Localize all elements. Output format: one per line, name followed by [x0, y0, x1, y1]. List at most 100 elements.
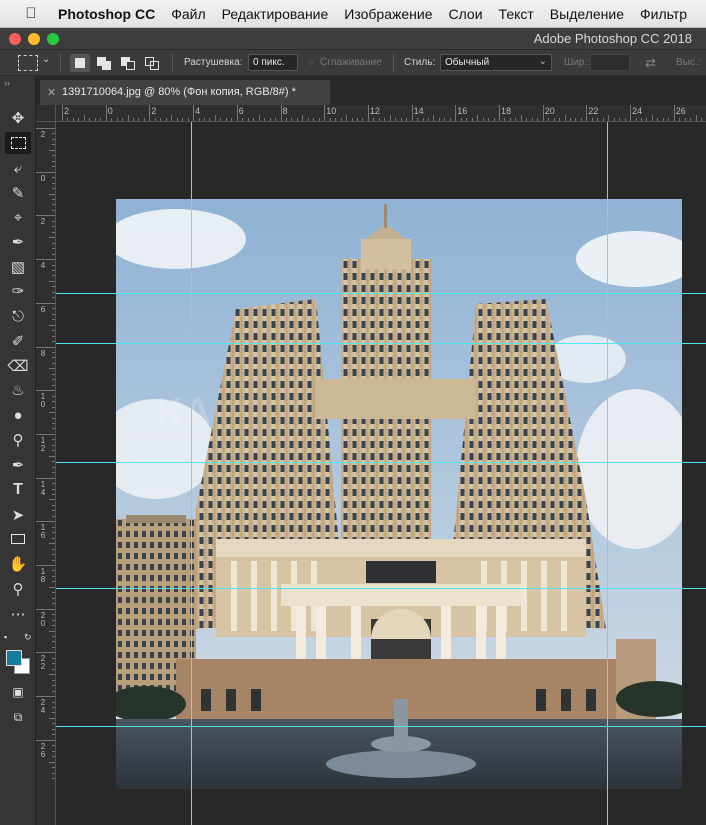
pen-tool-icon[interactable]: ✒ — [5, 454, 31, 476]
ruler-tick-label: 16 — [457, 106, 468, 116]
style-select[interactable]: Обычный ⌄ — [440, 54, 552, 71]
ruler-tick — [242, 118, 244, 121]
svg-text:KA: KA — [156, 391, 211, 433]
ruler-tick — [52, 668, 55, 670]
blur-tool-icon[interactable]: ● — [5, 404, 31, 426]
intersect-selection-button[interactable] — [142, 54, 162, 72]
ruler-tick — [433, 115, 435, 121]
ruler-tick — [537, 118, 539, 121]
ruler-tick — [269, 118, 271, 121]
menu-edit[interactable]: Редактирование — [222, 6, 329, 22]
brush-tool-icon[interactable]: ✑ — [5, 280, 31, 302]
close-window-button[interactable] — [9, 33, 21, 45]
ruler-tick — [52, 341, 55, 343]
ruler-tick — [52, 461, 55, 463]
ruler-tick — [52, 177, 55, 179]
menu-layers[interactable]: Слои — [449, 6, 483, 22]
ruler-tick-label: 4 — [40, 261, 46, 271]
ruler-tick — [49, 237, 55, 239]
lasso-tool-icon[interactable]: ⤶ — [5, 157, 31, 179]
ruler-tick — [52, 625, 55, 627]
path-select-icon[interactable]: ➤ — [5, 504, 31, 526]
add-to-selection-button[interactable] — [94, 54, 114, 72]
more-tools-icon[interactable]: ⋯ — [5, 603, 31, 625]
zoom-window-button[interactable] — [47, 33, 59, 45]
ruler-tick — [504, 118, 506, 121]
ruler-origin[interactable] — [36, 105, 56, 122]
apple-menu-icon[interactable]:  — [20, 5, 42, 22]
swap-colors-icon[interactable]: ↻ — [24, 632, 32, 643]
crop-tool-icon[interactable]: ⌖ — [5, 206, 31, 228]
minimize-window-button[interactable] — [28, 33, 40, 45]
guide-horizontal[interactable] — [56, 343, 706, 344]
default-colors-icon[interactable]: ▪ — [4, 632, 7, 642]
ruler-tick — [89, 118, 91, 121]
healing-brush-icon[interactable]: ▧ — [5, 256, 31, 278]
panel-collapse-icon[interactable]: ›› — [4, 78, 10, 88]
new-selection-button[interactable] — [70, 54, 90, 72]
menu-type[interactable]: Текст — [499, 6, 534, 22]
ruler-tick — [559, 118, 561, 121]
canvas-area[interactable]: KA — [56, 122, 706, 825]
document-tab[interactable]: ✕ 1391710064.jpg @ 80% (Фон копия, RGB/8… — [40, 80, 330, 105]
guide-horizontal[interactable] — [56, 588, 706, 589]
eraser-icon[interactable]: ⌫ — [5, 355, 31, 377]
clone-stamp-icon[interactable]: ⎋ — [5, 305, 31, 327]
ruler-tick — [105, 105, 107, 121]
ruler-tick — [49, 499, 55, 501]
zoom-tool-icon[interactable]: ⚲ — [5, 578, 31, 600]
quick-select-icon[interactable]: ✎ — [5, 182, 31, 204]
guide-horizontal[interactable] — [56, 726, 706, 727]
type-tool-icon[interactable]: T — [5, 479, 31, 501]
rectangle-tool-icon[interactable] — [5, 528, 31, 550]
ruler-tick — [36, 433, 55, 435]
width-input[interactable] — [590, 54, 630, 71]
ruler-tick — [52, 554, 55, 556]
ruler-tick — [52, 362, 55, 364]
history-brush-icon[interactable]: ✐ — [5, 330, 31, 352]
menu-filter[interactable]: Фильтр — [640, 6, 687, 22]
screen-mode-icon[interactable]: ⧉ — [5, 706, 31, 728]
tool-preset-picker[interactable] — [18, 55, 38, 71]
close-icon[interactable]: ✕ — [47, 86, 56, 99]
ruler-tick — [52, 570, 55, 572]
menu-select[interactable]: Выделение — [550, 6, 624, 22]
chevron-down-icon[interactable]: ⌄ — [42, 54, 50, 65]
ruler-vertical[interactable]: 2 0 2 4 6 8 1 0 1 2 1 4 1 6 1 8 2 0 2 2 2 4 2 6 — [36, 122, 56, 825]
ruler-tick — [49, 368, 55, 370]
ruler-horizontal[interactable]: 2 0 2 4 6 8 10 12 14 16 18 20 22 24 26 — [56, 105, 706, 122]
ruler-tick — [52, 335, 55, 337]
menu-image[interactable]: Изображение — [344, 6, 432, 22]
ruler-tick — [580, 118, 582, 121]
menu-file[interactable]: Файл — [171, 6, 205, 22]
eyedropper-icon[interactable]: ✒ — [5, 231, 31, 253]
menu-app-name[interactable]: Photoshop CC — [58, 6, 155, 22]
ruler-tick — [111, 118, 113, 121]
ruler-tick — [471, 118, 473, 121]
foreground-color-swatch[interactable] — [6, 650, 22, 666]
feather-input[interactable]: 0 пикс. — [248, 54, 298, 71]
antialias-checkbox[interactable]: ○ — [308, 57, 313, 67]
quick-mask-icon[interactable]: ▣ — [5, 681, 31, 703]
ruler-tick — [608, 115, 610, 121]
ruler-tick — [36, 696, 55, 698]
ruler-tick — [52, 188, 55, 190]
ruler-tick — [482, 118, 484, 121]
paint-bucket-icon[interactable]: ♨ — [5, 379, 31, 401]
move-tool-icon[interactable]: ✥ — [5, 107, 31, 129]
marquee-tool-icon[interactable] — [5, 132, 31, 154]
subtract-from-selection-button[interactable] — [118, 54, 138, 72]
ruler-tick — [176, 118, 178, 121]
guide-vertical[interactable] — [607, 122, 608, 825]
ruler-tick — [635, 118, 637, 121]
ruler-tick — [52, 548, 55, 550]
ruler-tick — [52, 756, 55, 758]
ruler-tick — [52, 488, 55, 490]
guide-horizontal[interactable] — [56, 293, 706, 294]
swap-dimensions-icon[interactable]: ⇄ — [645, 55, 656, 71]
guide-vertical[interactable] — [191, 122, 192, 825]
guide-horizontal[interactable] — [56, 462, 706, 463]
ruler-tick — [395, 118, 397, 121]
hand-tool-icon[interactable]: ✋ — [5, 553, 31, 575]
dodge-tool-icon[interactable]: ⚲ — [5, 429, 31, 451]
